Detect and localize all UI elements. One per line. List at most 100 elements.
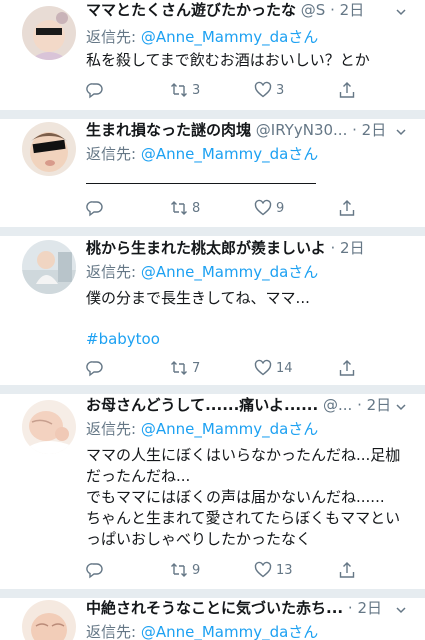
- reply-context: 返信先: @Anne_Mammy_daさん: [86, 419, 318, 439]
- timestamp-separator: ·: [330, 1, 340, 19]
- tweet-header: 生まれ損なった謎の肉塊 @IRYyN30... · 2日: [86, 120, 389, 140]
- tweet-actions: 3 3: [86, 80, 358, 100]
- like-count: 13: [276, 562, 293, 578]
- share-icon: [339, 200, 355, 216]
- tweet[interactable]: 桃から生まれた桃太郎が羨ましいよ · 2日 返信先: @Anne_Mammy_d…: [0, 236, 425, 385]
- like-count: 9: [276, 200, 285, 216]
- tweet-text: 僕の分まで長生きしてね、ママ...: [86, 289, 310, 307]
- tweet[interactable]: 生まれ損なった謎の肉塊 @IRYyN30... · 2日 返信先: @Anne_…: [0, 119, 425, 227]
- reply-prefix: 返信先:: [86, 263, 141, 281]
- timestamp[interactable]: 2日: [367, 396, 389, 414]
- like-icon: [254, 81, 272, 98]
- reply-button[interactable]: [86, 358, 104, 378]
- reply-icon: [86, 201, 103, 217]
- tweet-text: 私を殺してまで飲むお酒はおいしい？とか: [86, 51, 370, 69]
- username[interactable]: @S: [301, 1, 326, 19]
- display-name[interactable]: 生まれ損なった謎の肉塊: [86, 121, 251, 139]
- tweet-separator: [0, 589, 425, 598]
- display-name[interactable]: 中絶されそうなことに気づいた赤ち...: [86, 599, 343, 617]
- reply-button[interactable]: [86, 560, 104, 580]
- retweet-icon: [171, 201, 187, 215]
- timestamp[interactable]: 2日: [340, 239, 365, 257]
- tweet-text-line: [86, 183, 316, 184]
- timestamp-separator: ·: [352, 121, 362, 139]
- tweet-actions: 8 9: [86, 198, 358, 218]
- like-button[interactable]: 9: [254, 198, 284, 218]
- timestamp[interactable]: 2日: [357, 599, 382, 617]
- retweet-button[interactable]: 7: [170, 358, 200, 378]
- reply-context: 返信先: @Anne_Mammy_daさん: [86, 622, 318, 640]
- retweet-icon: [171, 563, 187, 577]
- timestamp-separator: ·: [347, 599, 358, 617]
- reply-mention-link[interactable]: @Anne_Mammy_da: [141, 420, 288, 438]
- chevron-down-icon[interactable]: [395, 126, 407, 138]
- tweet-separator: [0, 110, 425, 119]
- retweet-button[interactable]: 3: [170, 80, 200, 100]
- avatar[interactable]: [22, 400, 76, 454]
- username[interactable]: @IRYyN30...: [256, 121, 348, 139]
- reply-prefix: 返信先:: [86, 28, 141, 46]
- reply-mention-link[interactable]: @Anne_Mammy_da: [141, 263, 288, 281]
- display-name[interactable]: お母さんどうして......痛いよ......: [86, 396, 318, 414]
- tweet[interactable]: お母さんどうして......痛いよ...... @... · 2日 返信先: @…: [0, 394, 425, 589]
- share-button[interactable]: [338, 560, 356, 580]
- retweet-count: 9: [192, 562, 201, 578]
- like-button[interactable]: 13: [254, 560, 293, 580]
- tweet-separator: [0, 385, 425, 394]
- reply-button[interactable]: [86, 198, 104, 218]
- share-icon: [339, 360, 355, 376]
- reply-icon: [86, 361, 103, 377]
- tweet-actions: 9 13: [86, 560, 358, 580]
- timestamp[interactable]: 2日: [340, 1, 365, 19]
- reply-prefix: 返信先:: [86, 623, 141, 640]
- avatar[interactable]: [22, 240, 76, 294]
- reply-context: 返信先: @Anne_Mammy_daさん: [86, 262, 318, 282]
- username[interactable]: @...: [323, 396, 352, 414]
- display-name[interactable]: ママとたくさん遊びたかったな: [86, 1, 296, 19]
- like-count: 3: [276, 82, 285, 98]
- tweet-header: ママとたくさん遊びたかったな @S · 2日: [86, 0, 389, 20]
- avatar[interactable]: [22, 600, 76, 640]
- reply-mention-link[interactable]: @Anne_Mammy_da: [141, 28, 288, 46]
- share-button[interactable]: [338, 198, 356, 218]
- like-button[interactable]: 14: [254, 358, 293, 378]
- reply-icon: [86, 83, 103, 99]
- chevron-down-icon[interactable]: [395, 401, 407, 413]
- chevron-down-icon[interactable]: [395, 604, 407, 616]
- hashtag-link[interactable]: #babytoo: [86, 329, 405, 349]
- share-icon: [339, 82, 355, 98]
- tweet-header: 中絶されそうなことに気づいた赤ち... · 2日: [86, 598, 389, 618]
- tweet[interactable]: 中絶されそうなことに気づいた赤ち... · 2日 返信先: @Anne_Mamm…: [0, 598, 425, 640]
- avatar[interactable]: [22, 122, 76, 176]
- tweet-header: 桃から生まれた桃太郎が羨ましいよ · 2日: [86, 238, 389, 258]
- display-name[interactable]: 桃から生まれた桃太郎が羨ましいよ: [86, 239, 326, 257]
- avatar[interactable]: [22, 6, 76, 60]
- share-button[interactable]: [338, 80, 356, 100]
- reply-prefix: 返信先:: [86, 420, 141, 438]
- share-button[interactable]: [338, 358, 356, 378]
- timestamp-separator: ·: [330, 239, 341, 257]
- retweet-button[interactable]: 9: [170, 560, 200, 580]
- tweet-text: ママの人生にぼくはいらなかったんだね...足枷だったんだね... でもママにはぼ…: [86, 446, 401, 548]
- like-icon: [254, 199, 272, 216]
- retweet-button[interactable]: 8: [170, 198, 200, 218]
- tweet-separator: [0, 227, 425, 236]
- retweet-icon: [171, 361, 187, 375]
- reply-mention-link[interactable]: @Anne_Mammy_da: [141, 623, 288, 640]
- tweet[interactable]: ママとたくさん遊びたかったな @S · 2日 返信先: @Anne_Mammy_…: [0, 0, 425, 110]
- reply-mention-link[interactable]: @Anne_Mammy_da: [141, 145, 288, 163]
- reply-suffix: さん: [288, 623, 319, 640]
- tweet-actions: 7 14: [86, 358, 358, 378]
- like-icon: [254, 359, 272, 376]
- like-button[interactable]: 3: [254, 80, 284, 100]
- retweet-count: 7: [192, 360, 201, 376]
- chevron-down-icon[interactable]: [395, 6, 407, 18]
- reply-prefix: 返信先:: [86, 145, 141, 163]
- tweet-header: お母さんどうして......痛いよ...... @... · 2日: [86, 395, 389, 415]
- reply-suffix: さん: [288, 263, 319, 281]
- like-count: 14: [276, 360, 293, 376]
- timestamp[interactable]: 2日: [362, 121, 387, 139]
- reply-context: 返信先: @Anne_Mammy_daさん: [86, 144, 318, 164]
- share-icon: [339, 562, 355, 578]
- reply-button[interactable]: [86, 80, 104, 100]
